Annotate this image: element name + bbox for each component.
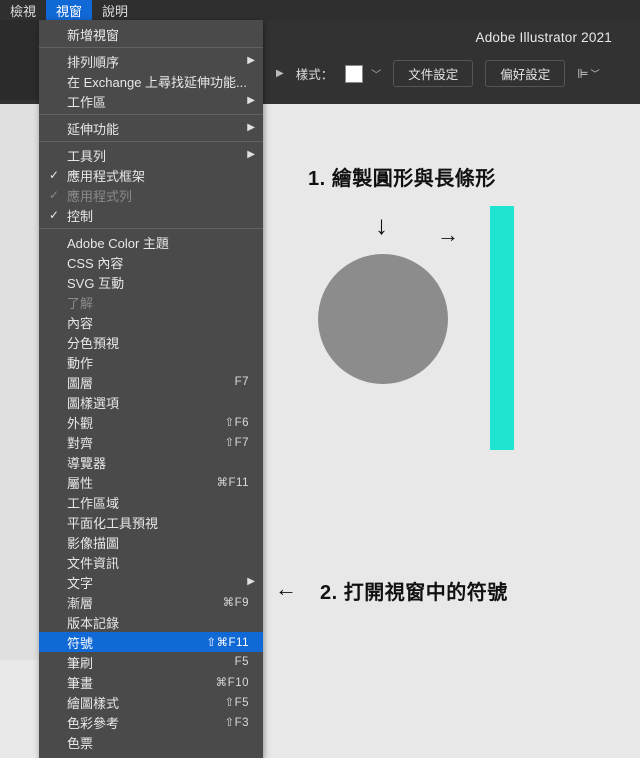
menu-toolbar[interactable]: 工具列▶ [39,145,263,165]
annotation-step2: 2. 打開視窗中的符號 [320,576,508,605]
submenu-arrow-icon: ▶ [247,576,255,587]
shortcut: ⇧F7 [224,435,249,449]
window-menu: 新增視窗 排列順序▶ 在 Exchange 上尋找延伸功能... 工作區▶ 延伸… [39,20,263,758]
menubar: 檢視 視窗 說明 [0,0,640,20]
shortcut: ⇧F6 [224,415,249,429]
preferences-button[interactable]: 偏好設定 [485,60,565,87]
submenu-arrow-icon: ▶ [247,149,255,160]
menu-arrange[interactable]: 排列順序▶ [39,51,263,71]
shortcut: ⇧⌘F11 [206,635,249,649]
menu-type[interactable]: 文字▶ [39,572,263,592]
menu-actions[interactable]: 動作 [39,352,263,372]
control-bar: ▶ 樣式： ﹀ 文件設定 偏好設定 ⊫﹀ [280,60,600,87]
left-gutter [0,104,39,660]
shortcut: ⌘F10 [216,675,249,689]
submenu-arrow-icon: ▶ [247,122,255,133]
menu-align[interactable]: 對齊⇧F7 [39,432,263,452]
check-icon: ✓ [49,188,59,202]
menu-separator [39,114,263,115]
check-icon: ✓ [49,168,59,182]
menu-image-trace[interactable]: 影像描圖 [39,532,263,552]
menu-comprehend: 了解 [39,292,263,312]
arrow-left-icon: ← [275,576,297,602]
shortcut: F7 [235,376,249,388]
style-label: 樣式： [296,64,334,83]
submenu-arrow-icon: ▶ [247,95,255,106]
menu-app-bar: ✓應用程式列 [39,185,263,205]
menu-color-guide[interactable]: 色彩參考⇧F3 [39,712,263,732]
menu-artboards[interactable]: 工作區域 [39,492,263,512]
menu-layers[interactable]: 圖層F7 [39,372,263,392]
menu-css-content[interactable]: CSS 內容 [39,252,263,272]
annotation-step1: 1. 繪製圓形與長條形 [308,162,496,191]
menu-separator [39,228,263,229]
app-title: Adobe Illustrator 2021 [476,30,613,45]
menu-help[interactable]: 說明 [92,0,138,20]
align-icon[interactable]: ⊫﹀ [577,66,599,82]
menu-gradient[interactable]: 漸層⌘F9 [39,592,263,612]
menu-attributes[interactable]: 屬性⌘F11 [39,472,263,492]
menu-window[interactable]: 視窗 [46,0,92,20]
menu-separations-preview[interactable]: 分色預視 [39,332,263,352]
menu-swatches[interactable]: 色票 [39,732,263,752]
canvas-bar-shape[interactable] [490,206,514,450]
chevron-right-icon[interactable]: ▶ [276,68,284,79]
menu-new-window[interactable]: 新增視窗 [39,24,263,44]
menu-document-info[interactable]: 文件資訊 [39,552,263,572]
menu-appearance[interactable]: 外觀⇧F6 [39,412,263,432]
menu-pencil[interactable]: 筆畫⌘F10 [39,672,263,692]
menu-app-frame[interactable]: ✓應用程式框架 [39,165,263,185]
menu-brushes[interactable]: 筆刷F5 [39,652,263,672]
shortcut: ⌘F9 [223,595,249,609]
menu-version-history[interactable]: 版本記錄 [39,612,263,632]
menu-symbols[interactable]: 符號⇧⌘F11 [39,632,263,652]
style-swatch[interactable] [345,65,363,83]
shortcut: ⇧F5 [224,695,249,709]
menu-graphic-styles[interactable]: 圖樣選項 [39,392,263,412]
style-dropdown-icon[interactable]: ﹀ [371,66,381,81]
shortcut: F5 [235,656,249,668]
left-dark-panel [0,20,39,100]
menu-extensions[interactable]: 延伸功能▶ [39,118,263,138]
menu-separator [39,47,263,48]
menu-separator [39,141,263,142]
menu-paint-styles[interactable]: 繪圖樣式⇧F5 [39,692,263,712]
menu-adobe-color[interactable]: Adobe Color 主題 [39,232,263,252]
menu-find-extensions[interactable]: 在 Exchange 上尋找延伸功能... [39,71,263,91]
arrow-down-icon: ↓ [375,210,388,241]
check-icon: ✓ [49,208,59,222]
menu-flattener-preview[interactable]: 平面化工具預視 [39,512,263,532]
menu-navigator[interactable]: 導覽器 [39,452,263,472]
shortcut: ⇧F3 [224,715,249,729]
menu-content[interactable]: 內容 [39,312,263,332]
menu-workspace[interactable]: 工作區▶ [39,91,263,111]
submenu-arrow-icon: ▶ [247,55,255,66]
document-setup-button[interactable]: 文件設定 [393,60,473,87]
menu-view[interactable]: 檢視 [0,0,46,20]
menu-svg-interactivity[interactable]: SVG 互動 [39,272,263,292]
shortcut: ⌘F11 [217,475,249,489]
canvas-circle-shape[interactable] [318,254,448,384]
menu-control[interactable]: ✓控制 [39,205,263,225]
arrow-right-icon: → [437,222,459,248]
